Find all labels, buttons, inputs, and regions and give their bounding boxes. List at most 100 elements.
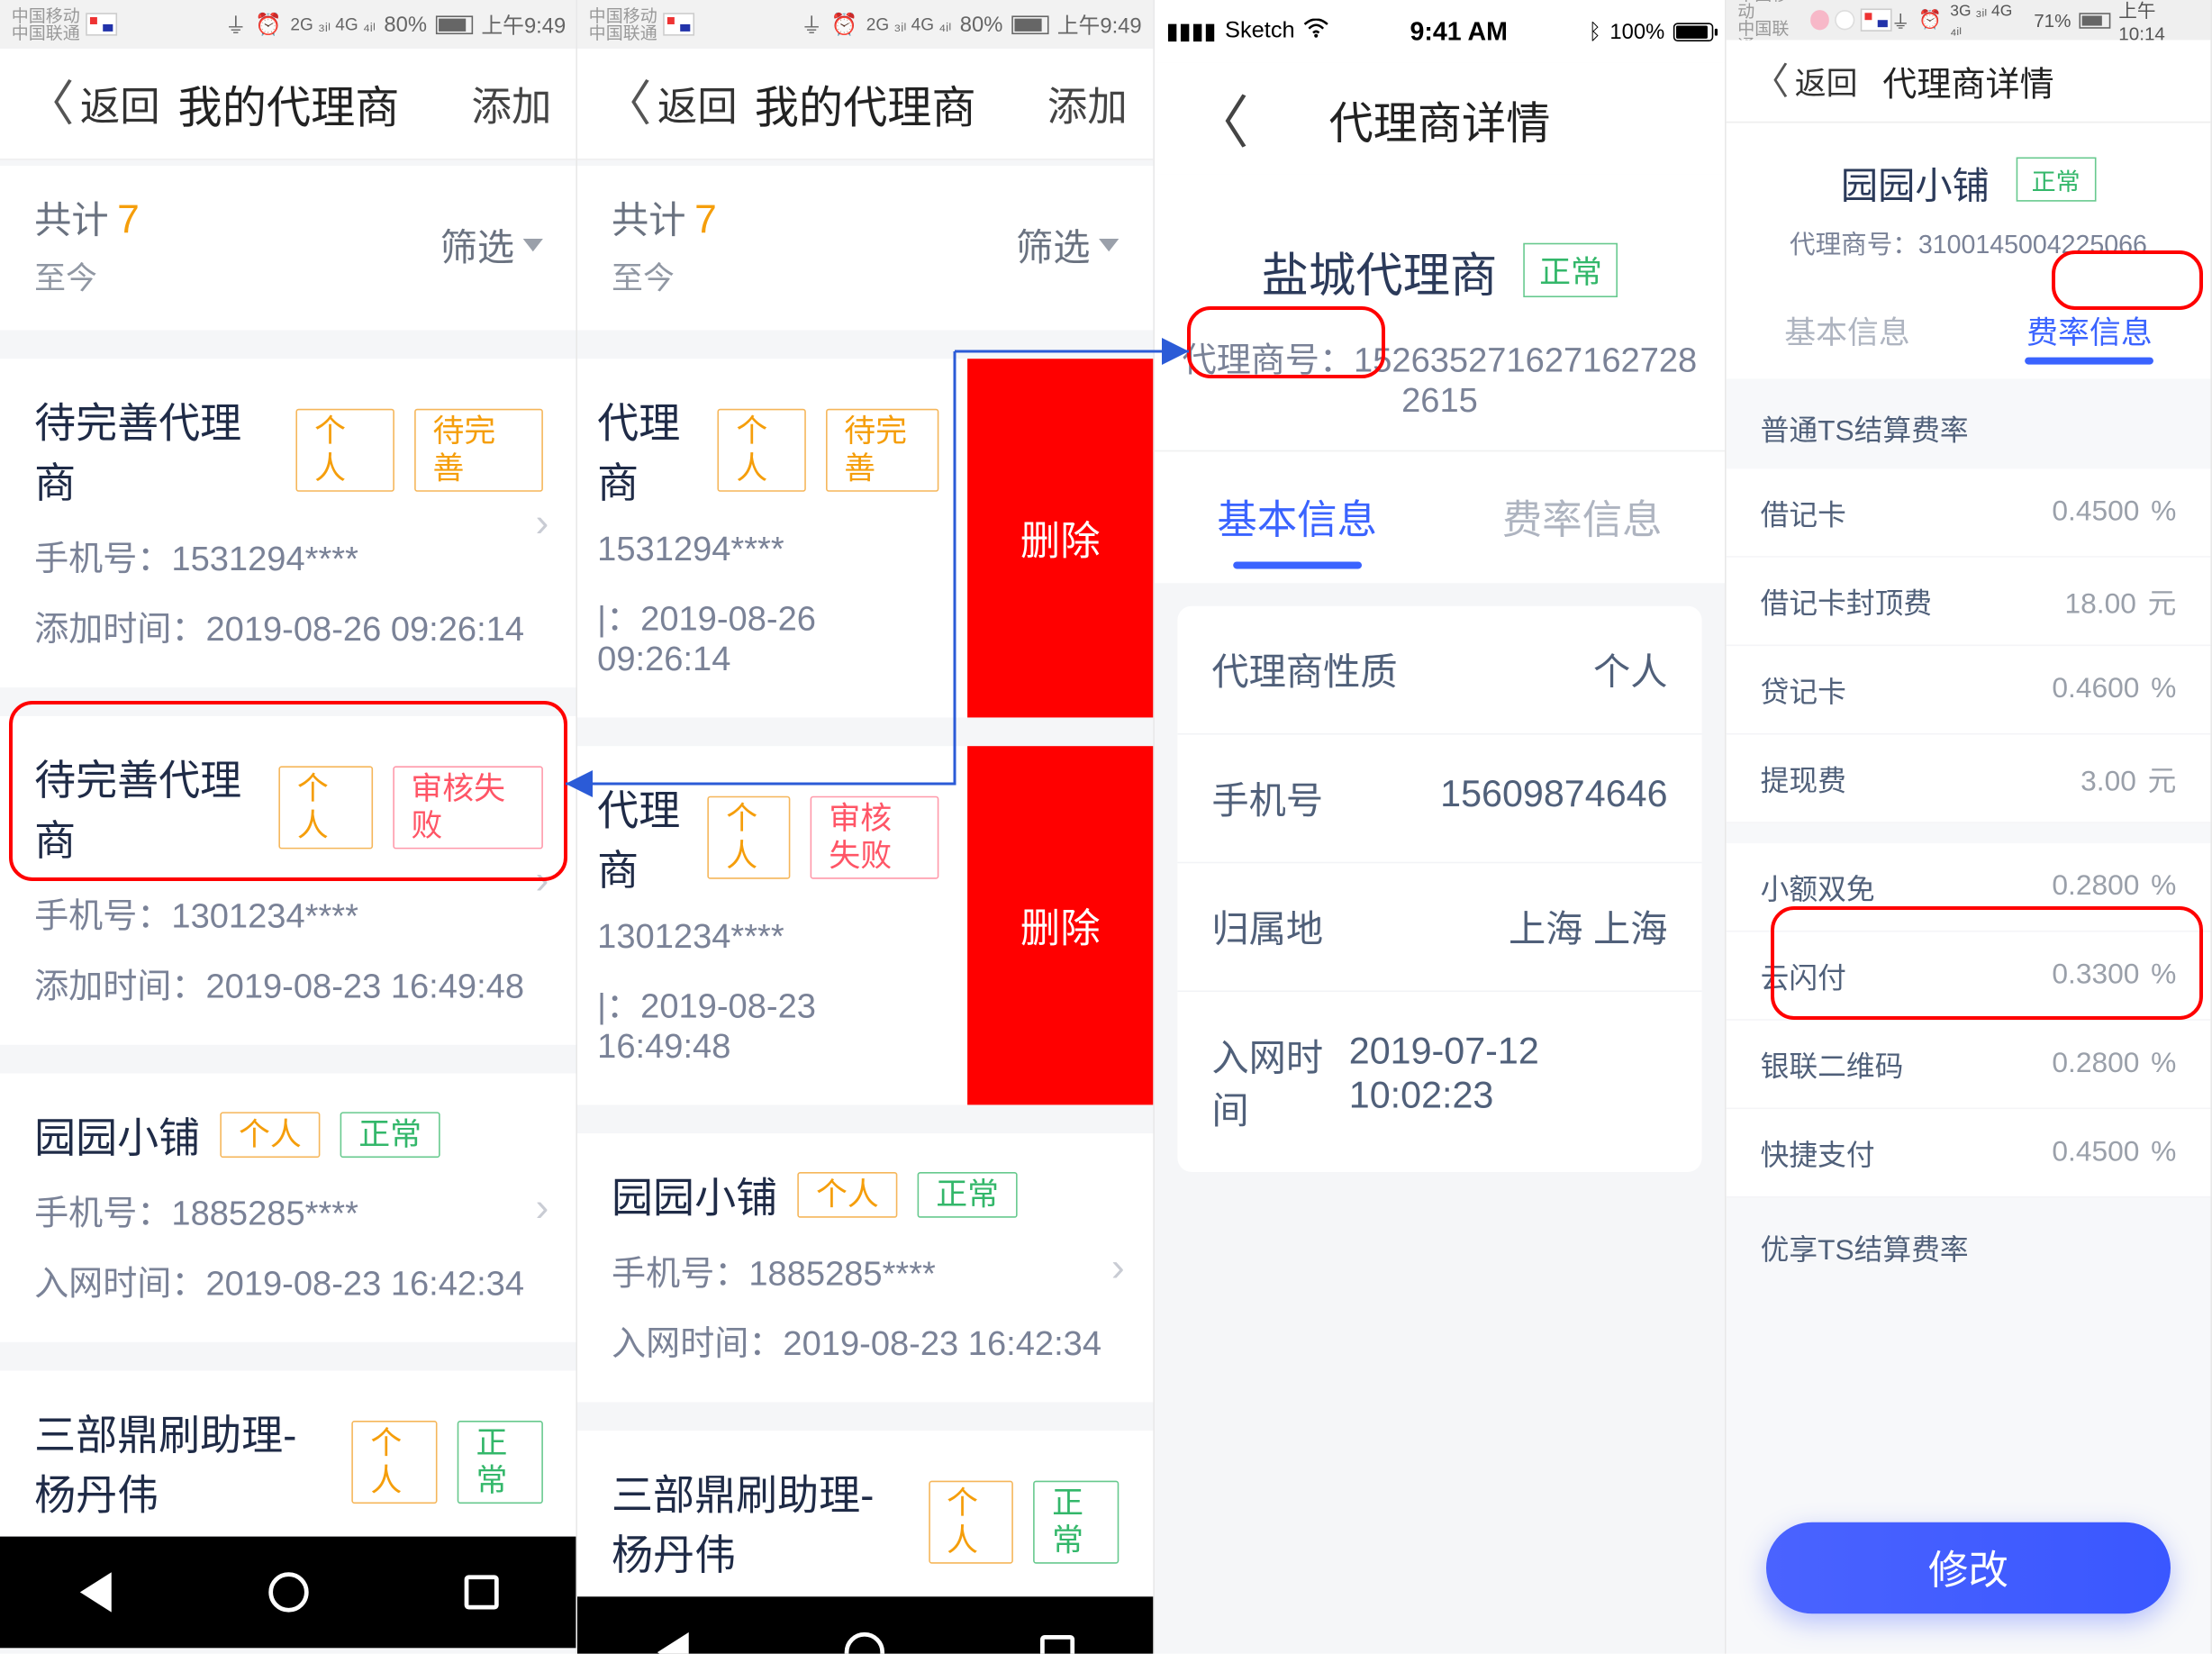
summary-bar: 共计7 至今 筛选 <box>0 166 577 330</box>
bluetooth-icon: ᛒ <box>1589 19 1601 43</box>
total-count: 7 <box>694 197 717 241</box>
rate-unit: % <box>2151 1136 2176 1168</box>
rate-value: 0.4500 <box>2052 1136 2139 1168</box>
agent-card-swiped[interactable]: 代理商 个人 待完善 1531294**** |：2019-08-26 09:2… <box>577 359 1153 717</box>
modify-button[interactable]: 修改 <box>1766 1522 2171 1614</box>
nav-recent-button[interactable] <box>1030 1625 1084 1654</box>
rate-key: 银联二维码 <box>1761 1043 1904 1085</box>
vibrate-icon: ⏚ <box>225 9 247 39</box>
time-label: 添加时间： <box>34 610 205 649</box>
rate-row: 提现费3.00元 <box>1727 734 2211 822</box>
nav-recent-button[interactable] <box>454 1565 508 1619</box>
delete-button[interactable]: 删除 <box>967 359 1153 717</box>
signal-icon: 3G ₃ᵢₗ 4G ₄ᵢₗ <box>1950 2 2025 39</box>
status-badge: 正常 <box>1524 243 1618 297</box>
agent-name: 园园小铺 <box>1841 158 1990 211</box>
agent-name: 代理商 <box>597 777 687 897</box>
status-tag: 正常 <box>918 1172 1018 1218</box>
dot-icon <box>1836 10 1855 30</box>
agent-card[interactable]: 三部鼎刷助理-杨丹伟 个人 正常 <box>0 1371 577 1537</box>
agent-card[interactable]: 园园小铺 个人 正常 手机号：1885285**** 入网时间：2019-08-… <box>0 1074 577 1342</box>
agent-card[interactable]: 待完善代理商 个人 待完善 手机号：1531294**** 添加时间：2019-… <box>0 359 577 687</box>
battery-pct: 80% <box>960 12 1003 36</box>
page-title: 代理商详情 <box>1155 86 1725 150</box>
status-tag: 审核失败 <box>393 766 543 850</box>
status-badge: 正常 <box>2016 158 2096 202</box>
filter-button[interactable]: 筛选 <box>1016 219 1119 272</box>
rate-key: 小额双免 <box>1761 866 1875 907</box>
rate-value: 0.4500 <box>2052 496 2139 528</box>
rate-value: 3.00 <box>2081 766 2136 797</box>
scope-label: 至今 <box>612 253 717 299</box>
nav-back-button[interactable] <box>646 1625 700 1654</box>
battery-icon <box>436 15 473 34</box>
tab-basic[interactable]: 基本信息 <box>1727 282 1969 379</box>
agent-name: 园园小铺 <box>34 1104 200 1165</box>
type-tag: 个人 <box>352 1420 438 1504</box>
tabs: 基本信息 费率信息 <box>1727 282 2211 379</box>
time-label: 添加时间： <box>34 968 205 1006</box>
rate-key: 提现费 <box>1761 758 1846 799</box>
vibrate-icon: ⏚ <box>1891 6 1910 33</box>
total-label: 共计 <box>34 199 109 242</box>
tab-basic[interactable]: 基本信息 <box>1155 451 1440 583</box>
alarm-icon: ⏰ <box>831 12 858 38</box>
type-tag: 个人 <box>928 1480 1013 1564</box>
clock: 上午10:14 <box>2118 0 2198 44</box>
status-tag: 正常 <box>458 1420 543 1504</box>
row-key: 代理商性质 <box>1211 643 1397 696</box>
agent-card[interactable]: 三部鼎刷助理-杨丹伟 个人 正常 <box>577 1431 1153 1596</box>
time-label: 入网时间： <box>34 1265 205 1304</box>
chevron-down-icon <box>1099 239 1119 251</box>
sim-icon <box>86 13 117 35</box>
type-tag: 个人 <box>296 408 394 492</box>
sim-icon <box>1861 9 1891 32</box>
time-value: 2019-08-23 16:42:34 <box>783 1325 1101 1364</box>
filter-label: 筛选 <box>440 219 515 272</box>
row-value: 2019-07-12 10:02:23 <box>1349 1029 1668 1134</box>
row-value: 个人 <box>1593 643 1668 696</box>
carrier-1: 中国移动 <box>1737 0 1804 20</box>
rate-unit: % <box>2151 496 2176 528</box>
carrier-2: 中国联通 <box>589 24 657 41</box>
agent-card-swiped[interactable]: 代理商 个人 审核失败 1301234**** |：2019-08-23 16:… <box>577 746 1153 1104</box>
navbar: 〈 代理商详情 <box>1155 63 1725 175</box>
agent-card[interactable]: 园园小铺 个人 正常 手机号：1885285**** 入网时间：2019-08-… <box>577 1133 1153 1402</box>
code-value: 152635271627162728​2615 <box>1354 341 1697 420</box>
filter-button[interactable]: 筛选 <box>440 219 543 272</box>
page-title: 我的代理商 <box>577 71 1153 135</box>
detail-header: 盐城代理商 正常 代理商号：152635271627162728​2615 <box>1155 175 1725 450</box>
phone-label: 手机号： <box>612 1255 748 1294</box>
nav-back-button[interactable] <box>69 1565 123 1619</box>
chevron-right-icon: › <box>535 858 548 904</box>
signal-icon: 2G ₃ᵢₗ 4G ₄ᵢₗ <box>866 14 951 34</box>
delete-button[interactable]: 删除 <box>967 746 1153 1104</box>
navbar: 〈 返回 代理商详情 <box>1727 40 2211 123</box>
alarm-icon: ⏰ <box>1918 9 1942 32</box>
tab-rate[interactable]: 费率信息 <box>1968 282 2210 379</box>
status-tag: 待完善 <box>414 408 543 492</box>
rate-row: 银联二维码0.2800% <box>1727 1021 2211 1109</box>
rate-value: 0.2800 <box>2052 870 2139 902</box>
signal-icon: ▮▮▮▮ <box>1166 17 1217 46</box>
nav-home-button[interactable] <box>261 1565 315 1619</box>
vibrate-icon: ⏚ <box>801 9 822 39</box>
carrier: Sketch <box>1225 19 1295 45</box>
android-navbar <box>577 1596 1153 1653</box>
rate-key: 贷记卡 <box>1761 669 1846 711</box>
time-label: |： <box>597 987 640 1026</box>
rate-row: 借记卡0.4500% <box>1727 468 2211 557</box>
agent-card[interactable]: 待完善代理商 个人 审核失败 手机号：1301234**** 添加时间：2019… <box>0 716 577 1045</box>
carrier-2: 中国联通 <box>12 24 80 41</box>
nav-home-button[interactable] <box>838 1625 892 1654</box>
info-row: 代理商性质 个人 <box>1177 606 1701 735</box>
rate-value: 18.00 <box>2064 589 2135 621</box>
code-label: 代理商号： <box>1183 341 1354 380</box>
agent-name: 代理商 <box>597 390 697 510</box>
agent-name: 三部鼎刷助理-杨丹伟 <box>34 1402 331 1522</box>
status-tag: 正常 <box>340 1112 440 1158</box>
status-bar: 中国移动 中国联通 ⏚ ⏰ 3G ₃ᵢₗ 4G ₄ᵢₗ 71% 上午10:14 <box>1727 0 2211 40</box>
clock: 9:41 AM <box>1410 16 1507 46</box>
tab-rate[interactable]: 费率信息 <box>1439 451 1725 583</box>
status-tag: 待完善 <box>826 408 939 492</box>
